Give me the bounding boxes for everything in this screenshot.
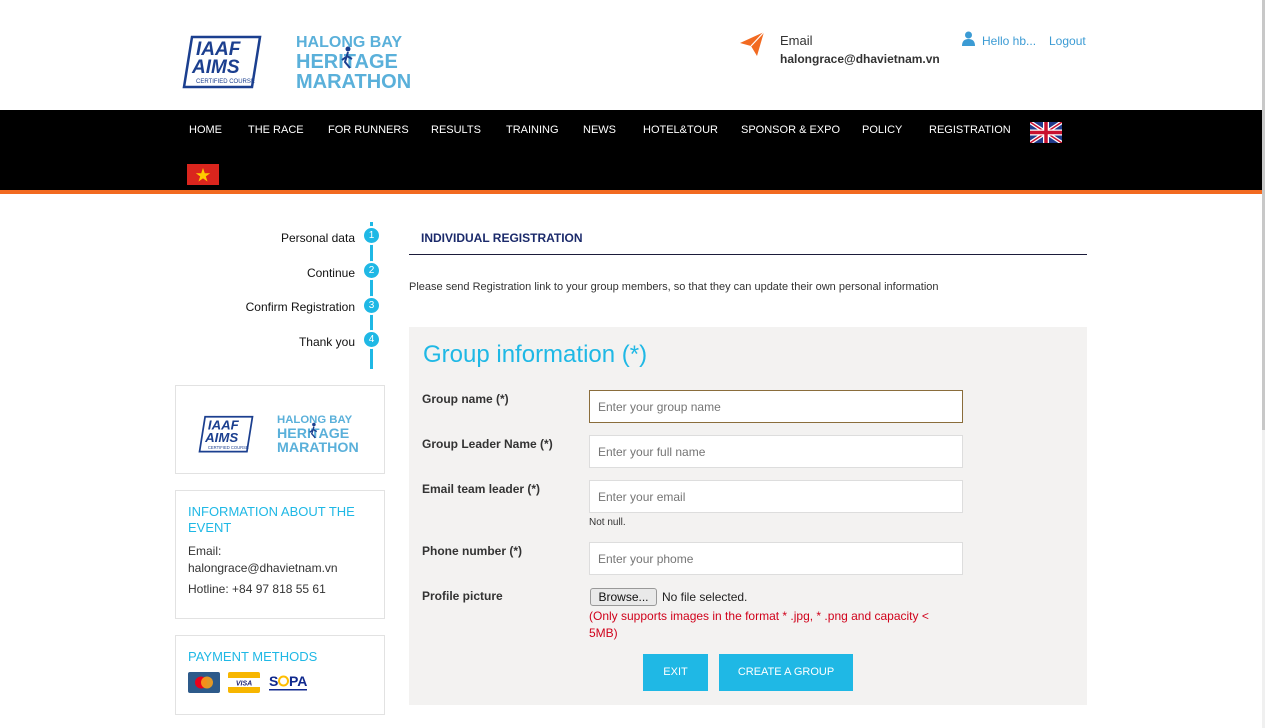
uk-flag-icon[interactable] xyxy=(1030,122,1062,143)
vietnam-flag-icon[interactable] xyxy=(187,164,219,185)
visa-icon: VISA xyxy=(228,672,260,693)
site-header: IAAF AIMS CERTIFIED COURSE HALONG BAY HE… xyxy=(0,0,1265,110)
leader-email-label: Email team leader (*) xyxy=(422,482,541,496)
main-nav: HOME THE RACE FOR RUNNERS RESULTS TRAINI… xyxy=(0,110,1265,194)
halong-marathon-logo[interactable]: HALONG BAY HERITAGE MARATHON xyxy=(296,32,420,90)
step-4-badge: 4 xyxy=(362,330,381,349)
event-email-value[interactable]: halongrace@dhavietnam.vn xyxy=(188,560,338,577)
payment-methods-title: PAYMENT METHODS xyxy=(188,649,318,664)
step-1-badge: 1 xyxy=(362,226,381,245)
sepa-icon: S PA xyxy=(269,673,307,691)
nav-item-registration[interactable]: REGISTRATION xyxy=(929,124,1011,136)
leader-email-input[interactable] xyxy=(589,480,963,513)
certified-text: CERTIFIED COURSE xyxy=(196,79,255,85)
leader-name-input[interactable] xyxy=(589,435,963,468)
aims-text-small: AIMS xyxy=(204,430,238,445)
nav-item-training[interactable]: TRAINING xyxy=(506,124,559,136)
svg-text:PA: PA xyxy=(289,673,307,689)
exit-button[interactable]: EXIT xyxy=(643,654,708,691)
step-2-badge: 2 xyxy=(362,261,381,280)
form-title: Group information (*) xyxy=(423,341,648,368)
nav-item-hotel-tour[interactable]: HOTEL&TOUR xyxy=(643,124,718,136)
tab-divider xyxy=(409,254,1087,255)
nav-item-home[interactable]: HOME xyxy=(189,124,222,136)
step-thank-you: Thank you xyxy=(298,335,355,349)
certified-text-small: CERTIFIED COURSE xyxy=(208,445,249,450)
nav-item-results[interactable]: RESULTS xyxy=(431,124,481,136)
user-icon xyxy=(962,31,975,46)
tab-individual-registration[interactable]: INDIVIDUAL REGISTRATION xyxy=(421,231,583,245)
logout-link[interactable]: Logout xyxy=(1049,34,1086,48)
registration-notice: Please send Registration link to your gr… xyxy=(409,281,939,293)
contact-email-value[interactable]: halongrace@dhavietnam.vn xyxy=(780,52,940,66)
halong-marathon-logo-small: HALONG BAY HERITAGE MARATHON xyxy=(277,414,359,454)
upload-format-hint: (Only supports images in the format * .j… xyxy=(589,609,929,640)
user-greeting-link[interactable]: Hello hb... xyxy=(982,34,1036,48)
file-status: No file selected. xyxy=(662,590,748,604)
step-personal-data: Personal data xyxy=(280,231,355,245)
svg-text:S: S xyxy=(269,673,278,689)
nav-item-policy[interactable]: POLICY xyxy=(862,124,902,136)
event-info-box: INFORMATION ABOUT THE EVENT Email: halon… xyxy=(175,490,385,619)
iaaf-aims-logo[interactable]: IAAF AIMS CERTIFIED COURSE xyxy=(182,33,262,89)
step-3-badge: 3 xyxy=(362,296,381,315)
svg-text:VISA: VISA xyxy=(236,681,252,688)
event-hotline: Hotline: +84 97 818 55 61 xyxy=(188,582,326,596)
step-continue: Continue xyxy=(306,266,355,280)
page: IAAF AIMS CERTIFIED COURSE HALONG BAY HE… xyxy=(0,0,1265,728)
group-name-input[interactable] xyxy=(589,390,963,423)
mastercard-icon xyxy=(188,672,220,693)
profile-picture-label: Profile picture xyxy=(422,589,503,603)
payment-methods-box: PAYMENT METHODS VISA S PA xyxy=(175,635,385,715)
aims-text: AIMS xyxy=(191,57,240,78)
phone-label: Phone number (*) xyxy=(422,544,523,558)
browse-file-button[interactable]: Browse... xyxy=(590,588,657,606)
step-confirm-registration: Confirm Registration xyxy=(245,300,355,314)
phone-input[interactable] xyxy=(589,542,963,575)
sidebar-logos-box: IAAF AIMS CERTIFIED COURSE HALONG BAY HE… xyxy=(175,385,385,474)
contact-email-label: Email xyxy=(780,33,813,48)
group-name-label: Group name (*) xyxy=(422,392,509,406)
nav-item-for-runners[interactable]: FOR RUNNERS xyxy=(328,124,409,136)
nav-item-the-race[interactable]: THE RACE xyxy=(248,124,304,136)
iaaf-aims-logo-small: IAAF AIMS CERTIFIED COURSE xyxy=(198,415,254,453)
event-email-label: Email: xyxy=(188,544,222,558)
email-validation-note: Not null. xyxy=(589,517,626,528)
nav-item-news[interactable]: NEWS xyxy=(583,124,616,136)
logo-line-3: MARATHON xyxy=(296,71,411,90)
nav-item-sponsor-expo[interactable]: SPONSOR & EXPO xyxy=(741,124,840,136)
event-info-title: INFORMATION ABOUT THE EVENT xyxy=(188,504,355,535)
logo-small-line-3: MARATHON xyxy=(277,440,359,454)
paper-plane-icon xyxy=(740,31,765,56)
group-info-form: Group information (*) Group name (*) Gro… xyxy=(409,327,1087,705)
create-group-button[interactable]: CREATE A GROUP xyxy=(719,654,853,691)
leader-name-label: Group Leader Name (*) xyxy=(422,437,553,451)
